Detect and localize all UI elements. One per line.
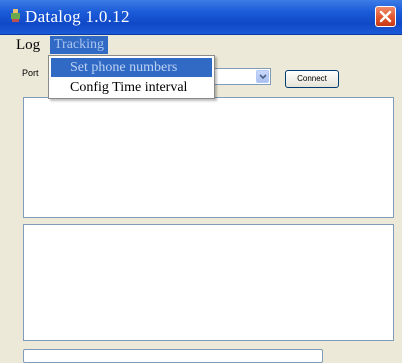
port-label: Port (22, 68, 39, 78)
title-bar[interactable]: Datalog 1.0.12 (0, 0, 402, 35)
menu-item-set-phone-numbers[interactable]: Set phone numbers (51, 58, 212, 77)
tracking-menu-popup: Set phone numbers Config Time interval (48, 55, 215, 99)
menu-log[interactable]: Log (13, 36, 43, 54)
app-window: Datalog 1.0.12 Log Tracking Port Connect… (0, 0, 402, 363)
log-output-panel[interactable] (23, 97, 394, 218)
menu-tracking[interactable]: Tracking (50, 36, 109, 54)
chevron-down-icon (259, 74, 267, 80)
message-panel[interactable] (23, 224, 394, 341)
close-icon (379, 10, 392, 23)
close-button[interactable] (375, 6, 396, 27)
app-icon (10, 9, 21, 22)
connect-button[interactable]: Connect (285, 70, 339, 88)
window-title: Datalog 1.0.12 (25, 7, 130, 26)
port-dropdown-button[interactable] (256, 70, 269, 83)
status-bar (23, 349, 323, 363)
menu-item-config-time-interval[interactable]: Config Time interval (51, 78, 212, 97)
menu-bar: Log Tracking (0, 35, 402, 55)
